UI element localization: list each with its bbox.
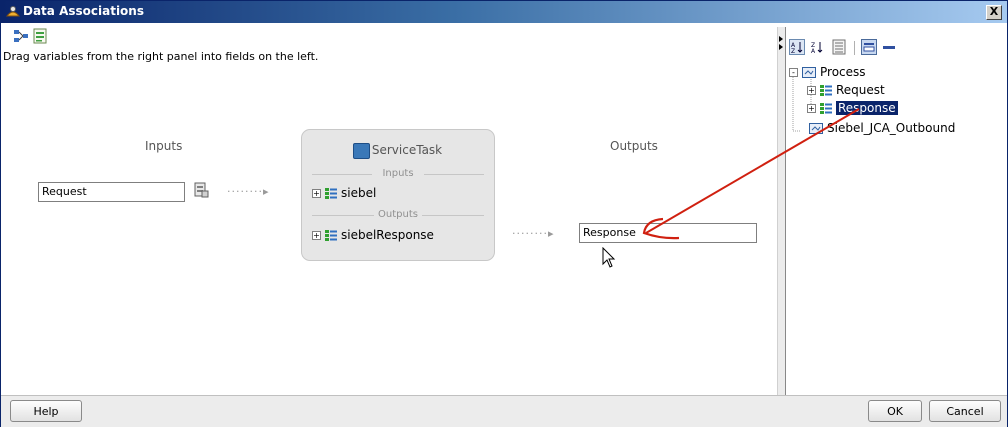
ok-button[interactable]: OK bbox=[868, 400, 922, 422]
button-bar: Help OK Cancel bbox=[1, 395, 1007, 427]
data-associations-dialog: Data Associations X Drag variables from … bbox=[0, 0, 1008, 427]
help-button[interactable]: Help bbox=[10, 400, 82, 422]
cancel-button[interactable]: Cancel bbox=[929, 400, 1001, 422]
annotation-arrow bbox=[642, 108, 860, 240]
